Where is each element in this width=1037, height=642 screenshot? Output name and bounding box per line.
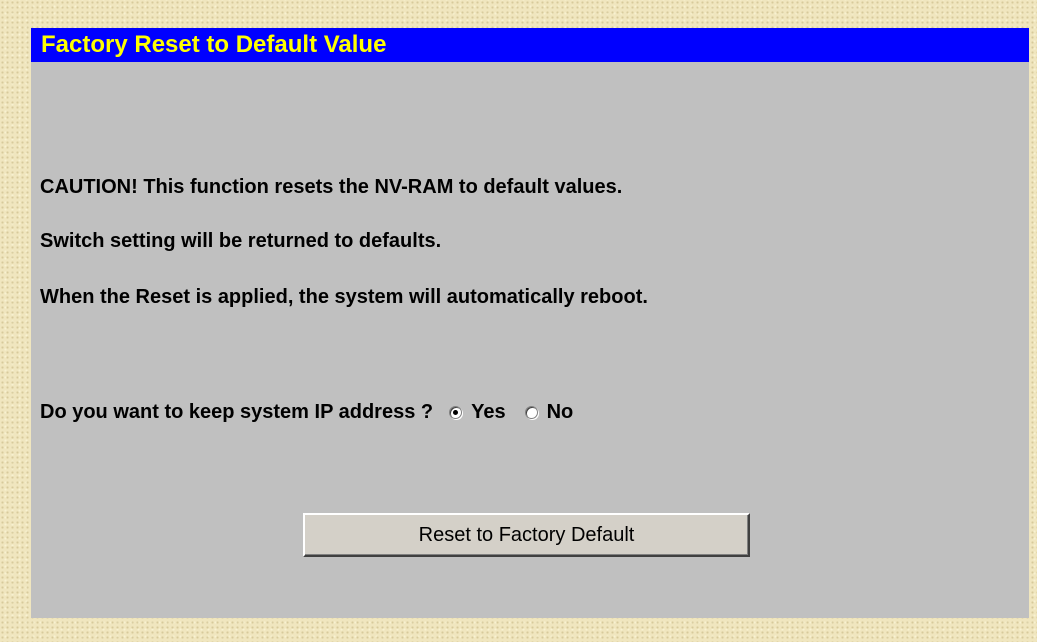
keep-ip-question-row: Do you want to keep system IP address ? … [40,400,573,424]
reset-to-factory-default-button[interactable]: Reset to Factory Default [303,513,750,557]
yes-radio-button[interactable] [449,405,463,419]
caution-text-2: Switch setting will be returned to defau… [40,230,442,252]
keep-ip-question-label: Do you want to keep system IP address ? [40,400,434,423]
caution-text-1: CAUTION! This function resets the NV-RAM… [40,176,623,198]
keep-ip-yes-option[interactable]: Yes [449,401,506,424]
yes-label[interactable]: Yes [471,401,505,424]
no-label[interactable]: No [547,401,574,424]
keep-ip-no-option[interactable]: No [524,401,574,424]
caution-text-3: When the Reset is applied, the system wi… [40,286,648,308]
no-radio-button[interactable] [524,405,538,419]
panel-title: Factory Reset to Default Value [31,28,1029,62]
factory-reset-panel: Factory Reset to Default Value CAUTION! … [31,28,1029,618]
